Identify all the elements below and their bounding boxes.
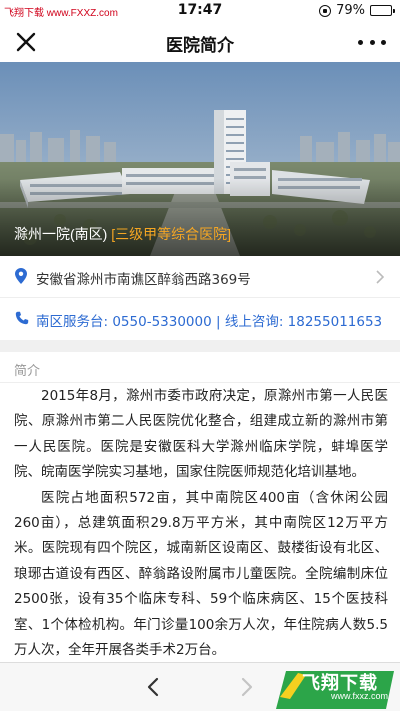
hospital-hero-image: 滁州一院(南区) [三级甲等综合医院] (0, 62, 400, 256)
back-button[interactable] (140, 673, 168, 701)
intro-body: 2015年8月，滁州市委市政府决定，原滁州市第一人民医院、原滁州市第二人民医院优… (14, 384, 388, 663)
watermark-url: www.fxxz.com (330, 691, 388, 701)
chevron-left-icon (147, 677, 159, 697)
nav-bar: 医院简介 (0, 22, 400, 62)
intro-label: 简介 (14, 364, 41, 379)
intro-paragraph-2: 医院占地面积572亩，其中南院区400亩（含休闲公园260亩），总建筑面积29.… (14, 489, 388, 659)
status-bar: 飞翔下载 www.FXXZ.com 17:47 79% (0, 0, 400, 22)
address-text: 安徽省滁州市南谯区醉翁西路369号 (36, 272, 251, 288)
section-gap (0, 340, 400, 352)
address-row[interactable]: 安徽省滁州市南谯区醉翁西路369号 (0, 256, 400, 298)
chevron-right-icon (376, 270, 384, 284)
contact-text: 南区服务台: 0550-5330000 | 线上咨询: 18255011653 (36, 314, 383, 330)
more-button[interactable] (358, 30, 386, 54)
phone-icon (15, 311, 29, 325)
contact-row[interactable]: 南区服务台: 0550-5330000 | 线上咨询: 18255011653 (0, 298, 400, 340)
close-icon (16, 32, 36, 52)
more-dot-icon (381, 39, 386, 45)
intro-paragraph-1: 2015年8月，滁州市委市政府决定，原滁州市第一人民医院、原滁州市第二人民医院优… (14, 388, 388, 481)
battery-percent: 79% (336, 3, 365, 18)
battery-icon (370, 5, 395, 16)
more-dot-icon (369, 39, 375, 45)
location-pin-icon (15, 268, 27, 284)
page-title: 医院简介 (166, 36, 234, 56)
more-dot-icon (358, 39, 363, 45)
intro-divider (0, 382, 400, 383)
chevron-right-icon (241, 677, 253, 697)
hero-caption: 滁州一院(南区) [三级甲等综合医院] (14, 224, 231, 244)
hospital-name: 滁州一院(南区) (14, 226, 108, 242)
hospital-grade: [三级甲等综合医院] (111, 226, 231, 242)
status-right: 79% (319, 3, 395, 18)
bottom-nav-bar: 飞翔下载 www.fxxz.com (0, 662, 400, 711)
close-button[interactable] (14, 30, 38, 54)
orientation-lock-icon (319, 4, 332, 17)
forward-button[interactable] (232, 673, 260, 701)
